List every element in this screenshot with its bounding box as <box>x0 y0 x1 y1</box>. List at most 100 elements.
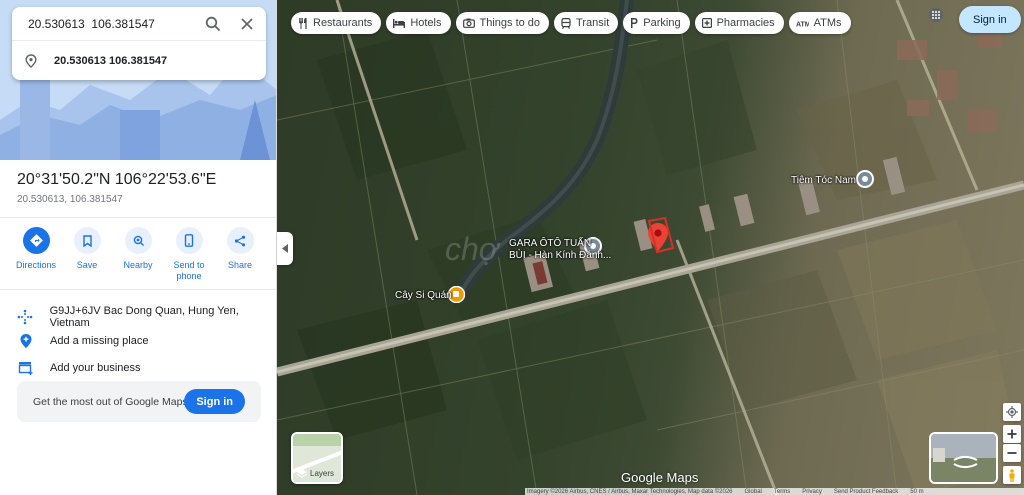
plus-code-icon <box>17 309 33 325</box>
atm-icon: ATM <box>796 21 809 27</box>
search-button[interactable] <box>202 13 224 35</box>
place-decimal-coords: 20.530613, 106.381547 <box>17 194 123 205</box>
nearby-button[interactable]: Nearby <box>114 227 162 282</box>
signin-card-button[interactable]: Sign in <box>184 389 245 414</box>
layers-label-wrap: Layers <box>297 469 334 478</box>
search-icon <box>205 16 221 32</box>
add-business-row[interactable]: Add your business <box>17 359 141 376</box>
location-pin-outline-icon <box>25 53 37 68</box>
chevron-left-icon <box>281 244 288 253</box>
footer-scale[interactable]: 50 m <box>910 489 923 495</box>
chip-transit[interactable]: Transit <box>554 12 619 34</box>
plus-code-row[interactable]: G9JJ+6JV Bac Dong Quan, Hung Yen, Vietna… <box>17 305 276 329</box>
layers-icon <box>297 469 307 478</box>
map-label-gara-line1: GARA ÔTÔ TUẤN <box>509 238 592 249</box>
search-input[interactable] <box>28 16 198 31</box>
map-label-cay-si[interactable]: Cây Si Quán <box>395 290 452 302</box>
place-marker-icon[interactable] <box>856 170 874 188</box>
save-label: Save <box>76 260 98 270</box>
side-panel: 20.530613 106.381547 20°31'50.2"N 106°22… <box>0 0 277 495</box>
apps-grid-icon[interactable] <box>928 7 944 23</box>
map-footer: Imagery ©2026 Airbus, CNES / Airbus, Max… <box>525 488 1024 495</box>
my-location-button[interactable] <box>1003 403 1021 421</box>
pegman-button[interactable] <box>1003 466 1021 484</box>
chip-restaurants[interactable]: Restaurants <box>291 12 382 34</box>
top-right-controls <box>928 6 944 23</box>
signin-card: Get the most out of Google Maps Sign in <box>17 381 261 422</box>
zoom-in-button[interactable] <box>1003 425 1021 443</box>
footer-global[interactable]: Global <box>745 489 762 495</box>
directions-label: Directions <box>15 260 56 270</box>
directions-button[interactable]: Directions <box>12 227 60 282</box>
layers-label: Layers <box>310 469 335 478</box>
map-label-gara-line2: BÙI - Hàn Kính Đánh... <box>509 250 612 261</box>
restaurant-icon <box>299 17 307 29</box>
search-suggestion[interactable]: 20.530613 106.381547 <box>12 40 266 80</box>
add-location-icon <box>20 333 31 348</box>
transit-icon <box>561 17 571 29</box>
send-to-phone-button[interactable]: Send to phone <box>165 227 213 282</box>
store-icon <box>18 361 32 375</box>
chip-things-to-do-label: Things to do <box>479 17 541 29</box>
parcel-outline <box>647 216 675 254</box>
clear-search-button[interactable] <box>236 13 258 35</box>
add-business-text: Add your business <box>50 361 141 374</box>
signin-button[interactable]: Sign in <box>959 6 1021 33</box>
camera-icon <box>462 18 475 28</box>
share-button[interactable]: Share <box>216 227 264 282</box>
chip-things-to-do[interactable]: Things to do <box>455 12 550 34</box>
hotel-icon <box>393 18 406 28</box>
svg-text:ATM: ATM <box>796 21 809 27</box>
parking-icon <box>631 18 638 28</box>
save-button[interactable]: Save <box>63 227 111 282</box>
chip-parking[interactable]: Parking <box>623 12 690 34</box>
chip-parking-label: Parking <box>643 17 681 29</box>
footer-attribution: Imagery ©2026 Airbus, CNES / Airbus, Max… <box>527 488 733 495</box>
footer-privacy[interactable]: Privacy <box>802 489 822 495</box>
chip-restaurants-label: Restaurants <box>313 17 373 29</box>
place-title: 20°31'50.2"N 106°22'53.6"E <box>17 171 217 188</box>
chip-pharmacies-label: Pharmacies <box>716 17 775 29</box>
action-buttons: Directions Save Nearby Send to phone Sha… <box>12 227 264 282</box>
add-missing-place-row[interactable]: Add a missing place <box>17 332 148 349</box>
share-label: Share <box>227 260 253 270</box>
plus-code-text: G9JJ+6JV Bac Dong Quan, Hung Yen, Vietna… <box>49 305 239 329</box>
share-icon <box>234 235 246 246</box>
add-missing-place-text: Add a missing place <box>50 334 149 347</box>
chip-atms[interactable]: ATM ATMs <box>788 12 851 34</box>
chip-hotels[interactable]: Hotels <box>386 12 451 34</box>
chip-pharmacies[interactable]: Pharmacies <box>694 12 784 34</box>
svg-text:chợ: chợ <box>445 231 501 267</box>
collapse-panel-button[interactable] <box>277 232 293 265</box>
chip-hotels-label: Hotels <box>410 17 442 29</box>
close-icon <box>241 18 253 30</box>
layers-button[interactable]: Layers <box>291 432 343 484</box>
search-suggestion-text: 20.530613 106.381547 <box>54 54 168 67</box>
search-row <box>12 7 266 40</box>
divider <box>0 217 276 218</box>
zoom-out-button[interactable] <box>1003 444 1021 462</box>
bookmark-icon <box>82 234 92 247</box>
divider <box>0 289 276 290</box>
pharmacy-icon <box>701 18 712 28</box>
chip-atms-label: ATMs <box>813 17 842 29</box>
street-view-preview <box>931 434 996 482</box>
nearby-icon <box>133 235 144 246</box>
plus-icon <box>1007 429 1017 439</box>
phone-icon <box>184 234 194 247</box>
map-canvas[interactable]: chợ <box>277 0 1024 495</box>
pegman-icon <box>1009 468 1015 482</box>
directions-icon <box>29 234 43 247</box>
chip-transit-label: Transit <box>576 17 610 29</box>
signin-card-text: Get the most out of Google Maps <box>33 395 188 408</box>
category-chips: Restaurants Hotels Things to do Transit <box>291 12 851 34</box>
street-view-thumbnail[interactable] <box>929 432 998 484</box>
search-box: 20.530613 106.381547 <box>12 7 266 80</box>
map-label-gara[interactable]: GARA ÔTÔ TUẤN BÙI - Hàn Kính Đánh... <box>509 238 611 262</box>
footer-terms[interactable]: Terms <box>774 489 790 495</box>
my-location-icon <box>1006 406 1018 418</box>
footer-feedback[interactable]: Send Product Feedback <box>834 489 898 495</box>
minus-icon <box>1007 452 1017 454</box>
nearby-label: Nearby <box>123 260 153 270</box>
map-label-tiem-toc[interactable]: Tiệm Tóc Nam <box>791 175 856 187</box>
